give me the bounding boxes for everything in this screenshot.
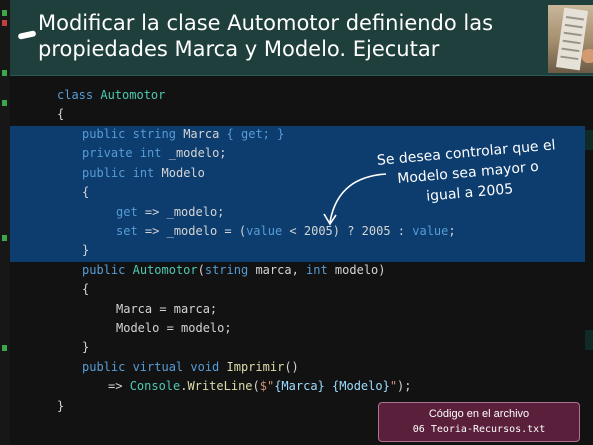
code-token: {Modelo} (332, 379, 390, 393)
file-name: 06 Teoria-Recursos.txt (412, 424, 546, 435)
code-token: int (306, 263, 328, 277)
code-token: class (57, 88, 94, 102)
code-line: public string Marca { get; } (82, 125, 284, 144)
code-line: { (82, 183, 89, 202)
strip-marker (2, 10, 7, 16)
right-edge-strip (585, 330, 593, 350)
code-token: public (82, 166, 126, 180)
code-line: { (82, 280, 89, 299)
code-line: { (57, 105, 64, 124)
code-token: set (116, 224, 138, 238)
hand-image (582, 49, 593, 63)
code-token: () (284, 360, 299, 374)
code-token: int (139, 146, 162, 160)
code-line: Marca = marca; (116, 300, 217, 319)
code-line: get => _modelo; (116, 203, 224, 222)
code-token: string (204, 263, 249, 277)
slide-header: Modificar la clase Automotor definiendo … (10, 0, 593, 76)
code-token: _modelo; (168, 146, 227, 160)
slide-title: Modificar la clase Automotor definiendo … (38, 11, 494, 61)
code-line: set => _modelo = (value < 2005) ? 2005 :… (116, 222, 456, 241)
code-token: => _modelo; (144, 205, 225, 219)
code-line: => Console.WriteLine($"{Marca} {Modelo}"… (108, 377, 412, 396)
code-token: Marca = marca; (116, 302, 218, 316)
code-token: } (57, 399, 65, 413)
strip-marker (2, 235, 7, 241)
code-token: Automotor (100, 88, 166, 102)
code-token: Console (129, 379, 181, 393)
code-line: class Automotor (57, 86, 165, 105)
code-token: private (82, 146, 133, 160)
code-token: } (82, 243, 90, 257)
code-token: Modelo = modelo; (116, 321, 232, 335)
code-token: public virtual void (82, 360, 220, 374)
code-token: " (389, 379, 398, 393)
code-token: { (57, 107, 65, 121)
code-token: ( (252, 379, 260, 393)
code-token: Automotor (132, 263, 198, 277)
code-token: {Marca} (274, 379, 325, 393)
code-token: => (108, 379, 130, 393)
code-line: private int _modelo; (82, 144, 227, 163)
code-token: ; (448, 224, 456, 238)
code-token: .WriteLine (180, 379, 253, 393)
code-line: } (82, 241, 89, 260)
code-line: } (82, 338, 89, 357)
file-reference-box: Código en el archivo 06 Teoria-Recursos.… (378, 402, 580, 442)
code-token: => _modelo = ( (144, 224, 247, 238)
code-token: string (132, 127, 176, 141)
code-token: ); (397, 379, 412, 393)
code-token: $" (259, 379, 275, 393)
code-token: { (82, 185, 90, 199)
strip-marker (2, 345, 7, 351)
keyboard-photo (548, 5, 593, 73)
code-token: get (116, 205, 138, 219)
code-token: { (82, 282, 90, 296)
code-token: { get; } (226, 127, 285, 141)
curved-arrow-icon (323, 173, 387, 226)
strip-marker (2, 100, 7, 106)
code-token: Modelo (161, 166, 205, 180)
code-line: public int Modelo (82, 164, 205, 183)
header-tail-shape (17, 30, 37, 40)
code-token: modelo) (327, 263, 386, 277)
code-line: public virtual void Imprimir() (82, 358, 299, 377)
code-token: marca, (248, 263, 307, 277)
code-token: } (82, 340, 90, 354)
code-token: public (82, 263, 126, 277)
code-token: Imprimir (219, 360, 285, 374)
code-token: public (82, 127, 126, 141)
code-token: value (412, 224, 449, 238)
right-edge-strip (585, 130, 593, 150)
code-line: Modelo = modelo; (116, 319, 232, 338)
code-line: } (57, 397, 64, 416)
code-token: int (132, 166, 155, 180)
code-token: ( (197, 263, 205, 277)
left-thumbnail-strip (0, 0, 10, 445)
strip-marker (2, 70, 7, 76)
code-token: value (246, 224, 283, 238)
file-label: Código en el archivo (428, 408, 530, 420)
code-token: Marca (183, 127, 220, 141)
strip-marker (2, 20, 7, 26)
code-line: public Automotor(string marca, int model… (82, 261, 386, 280)
